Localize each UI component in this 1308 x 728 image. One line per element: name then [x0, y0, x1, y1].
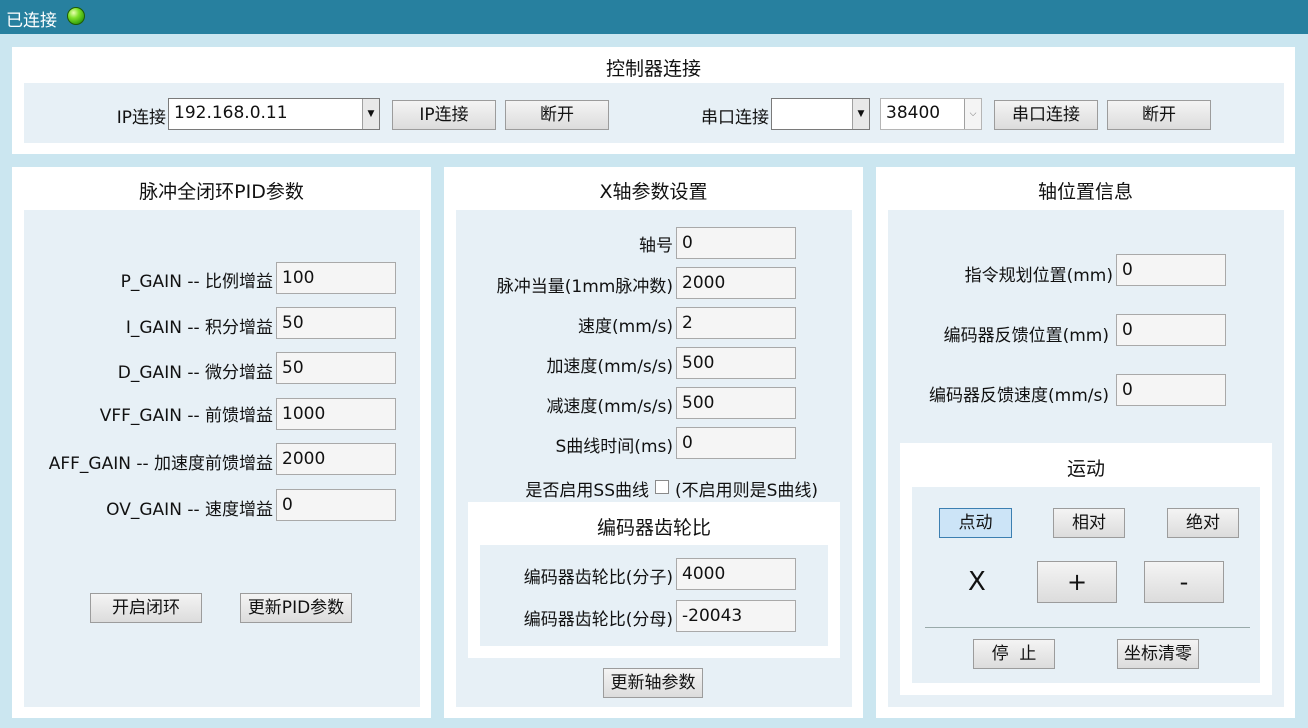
encoder-speed-value: 0	[1116, 374, 1226, 406]
pid-title: 脉冲全闭环PID参数	[139, 181, 304, 203]
ip-connection-label: IP连接	[116, 108, 166, 128]
gear-numerator-input[interactable]: 4000	[676, 558, 796, 590]
axis-position-title: 轴位置信息	[1037, 181, 1133, 203]
zero-coordinates-button[interactable]: 坐标清零	[1117, 639, 1199, 669]
s-curve-time-label: S曲线时间(ms)	[555, 437, 673, 457]
baud-rate-combo[interactable]: 38400 ⌵	[880, 98, 982, 130]
connection-status-text: 已连接	[6, 11, 57, 31]
pulse-equivalent-label: 脉冲当量(1mm脉冲数)	[496, 277, 673, 297]
i-gain-input[interactable]: 50	[276, 307, 396, 339]
vff-gain-input[interactable]: 1000	[276, 398, 396, 430]
enable-closed-loop-button[interactable]: 开启闭环	[90, 593, 202, 623]
command-position-value: 0	[1116, 254, 1226, 286]
ov-gain-input[interactable]: 0	[276, 489, 396, 521]
absolute-mode-button[interactable]: 绝对	[1167, 508, 1239, 538]
relative-mode-button[interactable]: 相对	[1053, 508, 1125, 538]
deceleration-label: 减速度(mm/s/s)	[546, 397, 673, 417]
speed-label: 速度(mm/s)	[578, 317, 673, 337]
connection-title: 控制器连接	[605, 58, 701, 80]
encoder-speed-label: 编码器反馈速度(mm/s)	[929, 386, 1109, 406]
gear-ratio-title: 编码器齿轮比	[596, 517, 711, 539]
axis-params-title: X轴参数设置	[599, 181, 708, 203]
ip-connect-button[interactable]: IP连接	[392, 100, 496, 130]
command-position-label: 指令规划位置(mm)	[964, 266, 1113, 286]
axis-number-input[interactable]: 0	[676, 227, 796, 259]
axis-position-panel: 轴位置信息 指令规划位置(mm) 0 编码器反馈位置(mm) 0 编码器反馈速度…	[876, 167, 1295, 718]
axis-position-inner: 指令规划位置(mm) 0 编码器反馈位置(mm) 0 编码器反馈速度(mm/s)…	[888, 210, 1284, 707]
axis-params-inner: 轴号 0 脉冲当量(1mm脉冲数) 2000 速度(mm/s) 2 加速度(mm…	[456, 210, 852, 707]
jog-plus-button[interactable]: +	[1037, 561, 1117, 603]
update-pid-button[interactable]: 更新PID参数	[240, 593, 352, 623]
gear-ratio-inner: 编码器齿轮比(分子) 4000 编码器齿轮比(分母) -20043	[480, 545, 828, 646]
serial-connection-label: 串口连接	[701, 108, 769, 128]
ss-curve-checkbox[interactable]	[655, 480, 669, 494]
p-gain-input[interactable]: 100	[276, 262, 396, 294]
gear-numerator-label: 编码器齿轮比(分子)	[523, 568, 673, 588]
status-led-icon	[67, 7, 85, 25]
ss-curve-hint: (不启用则是S曲线)	[675, 481, 819, 501]
jog-mode-button[interactable]: 点动	[939, 508, 1012, 538]
axis-x-label: X	[968, 567, 986, 597]
aff-gain-label: AFF_GAIN -- 加速度前馈增益	[48, 454, 273, 474]
motion-inner: 点动 相对 绝对 X + - 停 止 坐标清零	[912, 487, 1260, 683]
deceleration-input[interactable]: 500	[676, 387, 796, 419]
acceleration-input[interactable]: 500	[676, 347, 796, 379]
pulse-equivalent-input[interactable]: 2000	[676, 267, 796, 299]
motion-divider	[925, 627, 1250, 628]
gear-denominator-label: 编码器齿轮比(分母)	[523, 610, 673, 630]
d-gain-input[interactable]: 50	[276, 352, 396, 384]
status-bar: 已连接	[0, 0, 1308, 34]
serial-disconnect-button[interactable]: 断开	[1107, 100, 1211, 130]
aff-gain-input[interactable]: 2000	[276, 443, 396, 475]
ip-disconnect-button[interactable]: 断开	[505, 100, 609, 130]
d-gain-label: D_GAIN -- 微分增益	[117, 363, 273, 383]
encoder-position-value: 0	[1116, 314, 1226, 346]
chevron-down-icon[interactable]: ▼	[852, 99, 869, 129]
serial-port-combo[interactable]: ▼	[771, 98, 870, 130]
s-curve-time-input[interactable]: 0	[676, 427, 796, 459]
motion-title: 运动	[1066, 458, 1105, 480]
ip-address-combo[interactable]: 192.168.0.11 ▼	[168, 98, 380, 130]
update-axis-params-button[interactable]: 更新轴参数	[603, 668, 703, 698]
pid-inner: P_GAIN -- 比例增益 100 I_GAIN -- 积分增益 50 D_G…	[24, 210, 420, 707]
controller-connection-panel: 控制器连接 IP连接 192.168.0.11 ▼ IP连接 断开 串口连接 ▼…	[12, 47, 1295, 154]
p-gain-label: P_GAIN -- 比例增益	[120, 272, 273, 292]
chevron-down-icon[interactable]: ⌵	[964, 99, 981, 129]
gear-ratio-panel: 编码器齿轮比 编码器齿轮比(分子) 4000 编码器齿轮比(分母) -20043	[468, 502, 840, 658]
stop-button[interactable]: 停 止	[973, 639, 1055, 669]
i-gain-label: I_GAIN -- 积分增益	[125, 318, 273, 338]
speed-input[interactable]: 2	[676, 307, 796, 339]
pid-panel: 脉冲全闭环PID参数 P_GAIN -- 比例增益 100 I_GAIN -- …	[12, 167, 431, 718]
vff-gain-label: VFF_GAIN -- 前馈增益	[99, 406, 273, 426]
jog-minus-button[interactable]: -	[1144, 561, 1224, 603]
ov-gain-label: OV_GAIN -- 速度增益	[106, 500, 273, 520]
encoder-position-label: 编码器反馈位置(mm)	[943, 326, 1109, 346]
serial-connect-button[interactable]: 串口连接	[994, 100, 1098, 130]
ip-address-value: 192.168.0.11	[174, 103, 288, 123]
axis-params-panel: X轴参数设置 轴号 0 脉冲当量(1mm脉冲数) 2000 速度(mm/s) 2…	[444, 167, 863, 718]
chevron-down-icon[interactable]: ▼	[362, 99, 379, 129]
connection-inner: IP连接 192.168.0.11 ▼ IP连接 断开 串口连接 ▼ 38400…	[24, 83, 1284, 143]
axis-number-label: 轴号	[639, 236, 673, 256]
acceleration-label: 加速度(mm/s/s)	[546, 357, 673, 377]
gear-denominator-input[interactable]: -20043	[676, 600, 796, 632]
ss-curve-label: 是否启用SS曲线	[525, 481, 649, 501]
baud-rate-value: 38400	[886, 103, 941, 123]
motion-panel: 运动 点动 相对 绝对 X + - 停 止 坐标清零	[900, 443, 1272, 695]
